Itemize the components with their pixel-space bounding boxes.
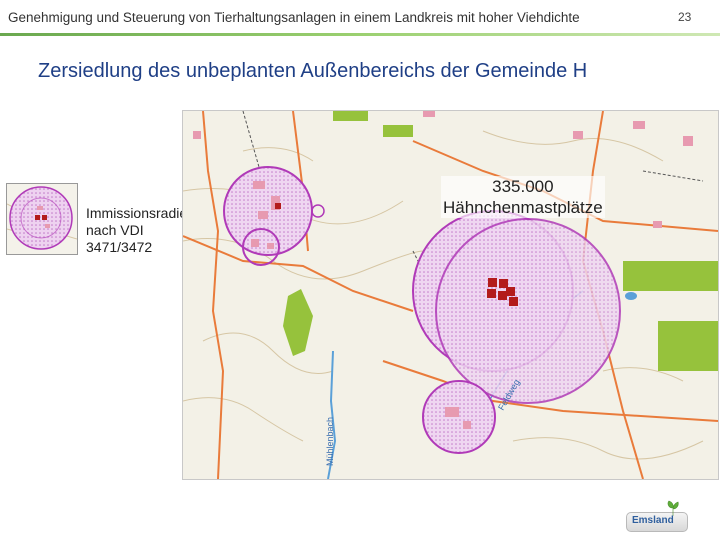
topographic-map: Mühlenbach Feldweg [182,110,719,480]
radius-circle-4 [435,218,621,404]
barn [487,289,496,298]
barn [506,287,515,296]
road-label-muehlenbach: Mühlenbach [325,417,335,466]
legend-barn [35,215,40,220]
header-divider [0,33,720,36]
legend-swatch [6,183,78,255]
leaf-icon [667,500,679,516]
page-number: 23 [678,10,692,24]
legend-label: Immissionsradien nach VDI 3471/3472 [86,205,195,256]
barn [275,203,281,209]
logo-text: Emsland [632,515,674,526]
legend-line-3: 3471/3472 [86,239,153,255]
slide-title: Zersiedlung des unbeplanten Außenbereich… [38,60,588,82]
legend-radius-circle [9,186,73,250]
legend-line-1: Immissionsradien [86,205,195,221]
farm-count-annotation: 335.000 Hähnchenmastplätze [441,176,605,218]
barn [509,297,518,306]
emsland-logo: Emsland [626,500,688,532]
legend-swatch-graphic [7,186,77,250]
barn [498,291,507,300]
barn [499,279,508,288]
legend-line-2: nach VDI [86,222,144,238]
map-graphic: Mühlenbach Feldweg [183,111,718,479]
annotation-line-2: Hähnchenmastplätze [441,197,605,218]
barn [488,278,497,287]
header-title: Genehmigung und Steuerung von Tierhaltun… [8,10,580,25]
annotation-line-1: 335.000 [441,176,605,197]
